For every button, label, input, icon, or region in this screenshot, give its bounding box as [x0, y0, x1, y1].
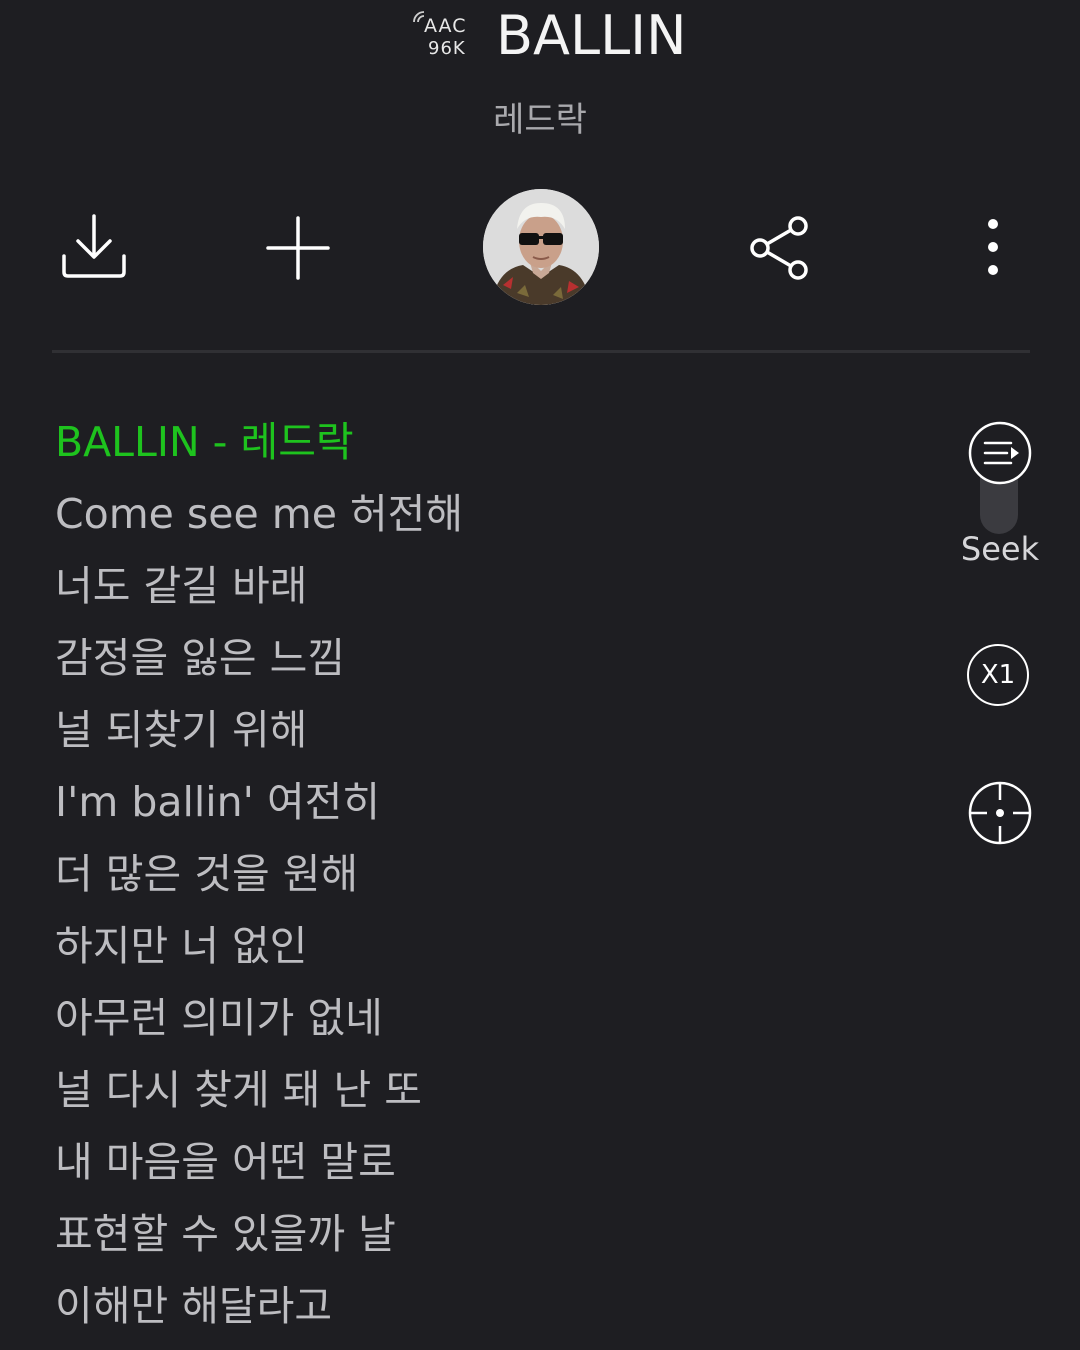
lyrics-side-controls: Seek X1 [950, 410, 1060, 870]
player-header: AAC 96K BALLIN 레드락 [0, 0, 1080, 150]
plus-icon [266, 216, 330, 280]
share-icon [750, 216, 808, 280]
playback-speed-button[interactable]: X1 [967, 644, 1029, 706]
lyrics-list[interactable]: BALLIN - 레드락 Come see me 허전해 너도 같길 바래 감정… [55, 402, 935, 1338]
lyric-line[interactable]: 표현할 수 있을까 날 [55, 1194, 935, 1266]
seek-toggle[interactable] [967, 420, 1033, 534]
lyric-line[interactable]: 이해만 해달라고 [55, 1266, 935, 1338]
artist-name[interactable]: 레드락 [0, 92, 1080, 141]
lyric-line[interactable]: 너도 같길 바래 [55, 546, 935, 618]
add-to-playlist-button[interactable] [262, 212, 334, 284]
audio-quality-badge: AAC 96K [413, 8, 478, 64]
quality-bitrate: 96K [428, 38, 466, 59]
lyric-line[interactable]: 감정을 잃은 느낌 [55, 618, 935, 690]
playback-speed-label: X1 [980, 660, 1016, 690]
section-divider [52, 350, 1030, 353]
share-button[interactable] [744, 212, 816, 284]
quality-codec: AAC [424, 15, 467, 37]
lyric-line[interactable]: I'm ballin' 여전히 [55, 762, 935, 834]
lyric-line[interactable]: 하지만 너 없인 [55, 906, 935, 978]
lyric-line[interactable]: 널 다시 찾게 돼 난 또 [55, 1050, 935, 1122]
lyric-line[interactable]: Come see me 허전해 [55, 474, 935, 546]
lyric-line[interactable]: 널 되찾기 위해 [55, 690, 935, 762]
action-toolbar [0, 180, 1080, 320]
download-button[interactable] [56, 210, 132, 286]
song-title: BALLIN [496, 4, 687, 67]
more-vertical-icon [988, 219, 998, 275]
lyric-line[interactable]: 아무런 의미가 없네 [55, 978, 935, 1050]
more-options-button[interactable] [968, 210, 1018, 286]
lyrics-scroll-icon[interactable] [967, 420, 1033, 486]
lyric-line[interactable]: 더 많은 것을 원해 [55, 834, 935, 906]
download-icon [62, 214, 126, 278]
artist-avatar[interactable] [483, 189, 599, 305]
lyric-line[interactable]: 내 마음을 어떤 말로 [55, 1122, 935, 1194]
crosshair-icon [968, 781, 1032, 845]
seek-label: Seek [960, 530, 1040, 568]
locate-current-lyric-button[interactable] [967, 780, 1033, 846]
lyric-line-current[interactable]: BALLIN - 레드락 [55, 402, 935, 474]
artist-photo [483, 189, 599, 305]
